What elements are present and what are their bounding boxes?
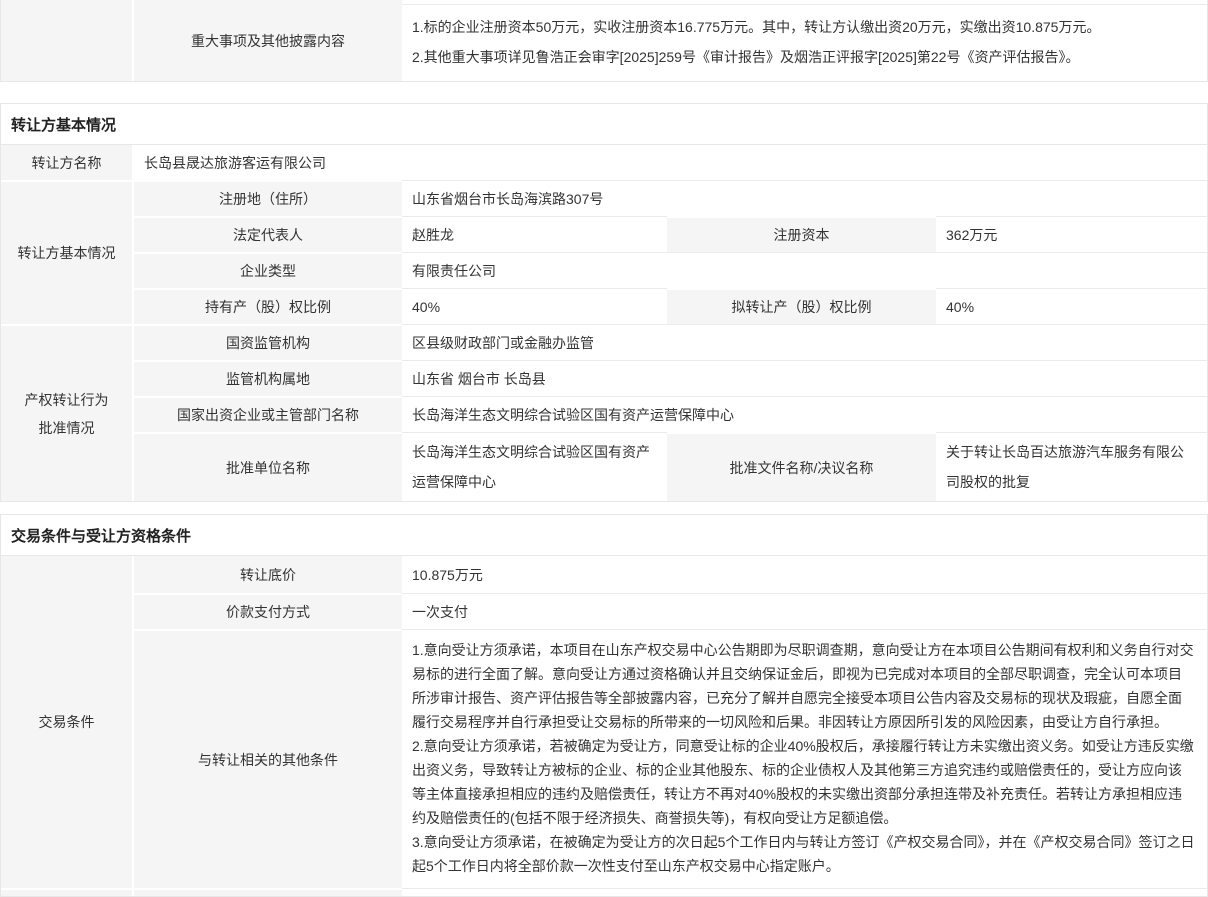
field-value: 40% bbox=[402, 288, 667, 324]
field-label: 企业类型 bbox=[134, 252, 402, 288]
table-row: 企业类型 有限责任公司 bbox=[134, 252, 1207, 288]
terms-item: 3.意向受让方须承诺，在被确定为受让方的次日起5个工作日内与转让方签订《产权交易… bbox=[412, 830, 1195, 878]
section-title: 转让方基本情况 bbox=[1, 104, 1207, 144]
table-row: 国资监管机构 区县级财政部门或金融办监管 bbox=[134, 324, 1207, 360]
field-label: 注册地（住所） bbox=[134, 180, 402, 216]
group-label-line: 批准情况 bbox=[39, 414, 95, 442]
group-label-line: 产权转让行为 bbox=[25, 386, 109, 414]
field-value bbox=[402, 888, 1207, 896]
table-row: 法定代表人 赵胜龙 注册资本 362万元 bbox=[134, 216, 1207, 252]
transferor-detail-group: 转让方基本情况 注册地（住所） 山东省烟台市长岛海滨路307号 法定代表人 赵胜… bbox=[1, 180, 1207, 324]
transferor-section: 转让方基本情况 转让方名称 长岛县晟达旅游客运有限公司 转让方基本情况 注册地（… bbox=[0, 103, 1208, 502]
field-value: 山东省烟台市长岛海滨路307号 bbox=[402, 180, 1207, 216]
field-value: 关于转让长岛百达旅游汽车服务有限公司股权的批复 bbox=[936, 432, 1207, 501]
field-value: 1.标的企业注册资本50万元，实收注册资本16.775万元。其中，转让方认缴出资… bbox=[402, 0, 1207, 81]
table-row: 重大事项及其他披露内容 1.标的企业注册资本50万元，实收注册资本16.775万… bbox=[1, 0, 1207, 81]
table-row: 注册地（住所） 山东省烟台市长岛海滨路307号 bbox=[134, 180, 1207, 216]
row-divider bbox=[402, 4, 1207, 5]
field-label: 国家出资企业或主管部门名称 bbox=[134, 396, 402, 432]
field-value: 山东省 烟台市 长岛县 bbox=[402, 360, 1207, 396]
field-label: 重大事项及其他披露内容 bbox=[134, 0, 402, 81]
field-label: 价款支付方式 bbox=[134, 593, 402, 629]
field-label: 法定代表人 bbox=[134, 216, 402, 252]
section-title: 交易条件与受让方资格条件 bbox=[1, 515, 1207, 555]
section-spacer-cell bbox=[1, 888, 134, 896]
field-label: 拟转让产（股）权比例 bbox=[667, 288, 936, 324]
field-label: 转让底价 bbox=[134, 556, 402, 593]
section-gap bbox=[0, 82, 1208, 103]
group-label: 产权转让行为 批准情况 bbox=[1, 324, 134, 501]
field-value: 区县级财政部门或金融办监管 bbox=[402, 324, 1207, 360]
field-label: 批准文件名称/决议名称 bbox=[667, 432, 936, 501]
table-row: 价款支付方式 一次支付 bbox=[134, 593, 1207, 629]
field-value: 长岛海洋生态文明综合试验区国有资产运营保障中心 bbox=[402, 396, 1207, 432]
field-value: 一次支付 bbox=[402, 593, 1207, 629]
disclosure-item: 1.标的企业注册资本50万元，实收注册资本16.775万元。其中，转让方认缴出资… bbox=[412, 12, 1195, 42]
field-value: 40% bbox=[936, 288, 1207, 324]
field-value: 1.意向受让方须承诺，本项目在山东产权交易中心公告期即为尽职调查期，意向受让方在… bbox=[402, 629, 1207, 888]
disclosure-item: 2.其他重大事项详见鲁浩正会审字[2025]259号《审计报告》及烟浩正评报字[… bbox=[412, 42, 1195, 72]
section-gap bbox=[0, 502, 1208, 514]
field-value: 长岛海洋生态文明综合试验区国有资产运营保障中心 bbox=[402, 432, 667, 501]
table-row: 与转让相关的其他条件 1.意向受让方须承诺，本项目在山东产权交易中心公告期即为尽… bbox=[134, 629, 1207, 888]
field-label: 转让方名称 bbox=[1, 145, 134, 180]
field-value: 362万元 bbox=[936, 216, 1207, 252]
section-spacer-cell bbox=[1, 0, 134, 81]
trade-section: 交易条件与受让方资格条件 交易条件 转让底价 10.875万元 价款支付方式 一… bbox=[0, 514, 1208, 897]
terms-item: 2.意向受让方须承诺，若被确定为受让方，同意受让标的企业40%股权后，承接履行转… bbox=[412, 734, 1195, 830]
field-label: 持有产（股）权比例 bbox=[134, 288, 402, 324]
table-row: 国家出资企业或主管部门名称 长岛海洋生态文明综合试验区国有资产运营保障中心 bbox=[134, 396, 1207, 432]
table-row: 转让底价 10.875万元 bbox=[134, 556, 1207, 593]
field-value: 10.875万元 bbox=[402, 556, 1207, 593]
transferor-table: 转让方名称 长岛县晟达旅游客运有限公司 转让方基本情况 注册地（住所） 山东省烟… bbox=[1, 144, 1207, 501]
table-row: 转让方名称 长岛县晟达旅游客运有限公司 bbox=[1, 145, 1207, 180]
table-row: 批准单位名称 长岛海洋生态文明综合试验区国有资产运营保障中心 批准文件名称/决议… bbox=[134, 432, 1207, 501]
field-label: 与转让相关的其他条件 bbox=[134, 629, 402, 888]
field-value: 赵胜龙 bbox=[402, 216, 667, 252]
trade-condition-group: 交易条件 转让底价 10.875万元 价款支付方式 一次支付 与转让相关的其他条… bbox=[1, 556, 1207, 888]
table-row-cut bbox=[1, 888, 1207, 896]
field-value: 有限责任公司 bbox=[402, 252, 1207, 288]
field-label: 注册资本 bbox=[667, 216, 936, 252]
field-label: 监管机构属地 bbox=[134, 360, 402, 396]
group-label: 交易条件 bbox=[1, 556, 134, 888]
table-row: 持有产（股）权比例 40% 拟转让产（股）权比例 40% bbox=[134, 288, 1207, 324]
group-label: 转让方基本情况 bbox=[1, 180, 134, 324]
disclosure-table: 重大事项及其他披露内容 1.标的企业注册资本50万元，实收注册资本16.775万… bbox=[0, 0, 1208, 82]
trade-table: 交易条件 转让底价 10.875万元 价款支付方式 一次支付 与转让相关的其他条… bbox=[1, 555, 1207, 896]
terms-item: 1.意向受让方须承诺，本项目在山东产权交易中心公告期即为尽职调查期，意向受让方在… bbox=[412, 638, 1195, 734]
table-row: 监管机构属地 山东省 烟台市 长岛县 bbox=[134, 360, 1207, 396]
field-label: 国资监管机构 bbox=[134, 324, 402, 360]
field-value: 长岛县晟达旅游客运有限公司 bbox=[134, 145, 1207, 180]
field-label bbox=[134, 888, 402, 896]
field-label: 批准单位名称 bbox=[134, 432, 402, 501]
approval-group: 产权转让行为 批准情况 国资监管机构 区县级财政部门或金融办监管 监管机构属地 … bbox=[1, 324, 1207, 501]
